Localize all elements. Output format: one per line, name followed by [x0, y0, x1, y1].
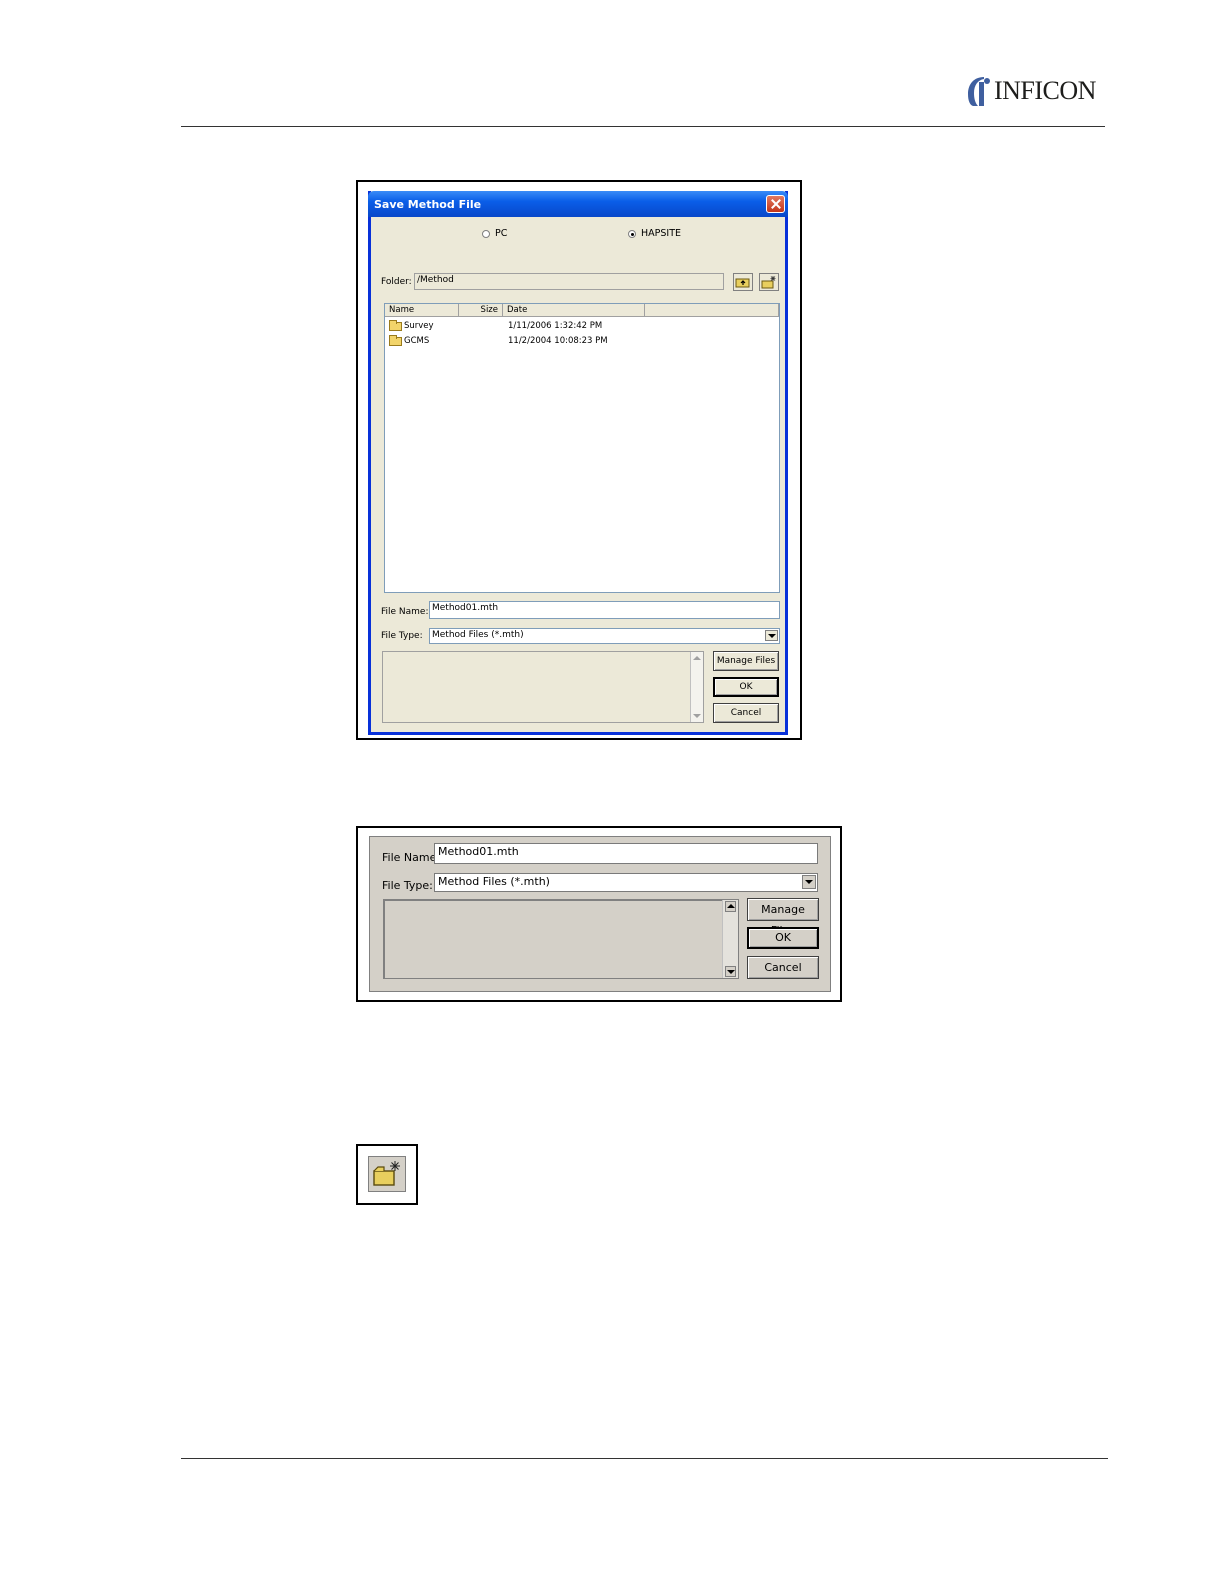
- list-item[interactable]: GCMS 11/2/2004 10:08:23 PM: [385, 334, 779, 348]
- folder-icon: [389, 335, 402, 346]
- folder-up-icon: [735, 278, 750, 288]
- file-type-select[interactable]: Method Files (*.mth): [429, 628, 780, 644]
- file-name: GCMS: [404, 336, 430, 346]
- cancel-button[interactable]: Cancel: [713, 703, 779, 723]
- zoom-cancel-button[interactable]: Cancel: [747, 956, 819, 979]
- file-type-label: File Type:: [381, 631, 423, 641]
- zoom-file-type-label: File Type:: [382, 879, 433, 892]
- scroll-up-icon[interactable]: [692, 653, 702, 663]
- zoom-message-box: [383, 899, 739, 979]
- radio-pc-label: PC: [495, 228, 508, 239]
- title-bar[interactable]: Save Method File: [368, 191, 788, 217]
- zoom-file-name-input[interactable]: Method01.mth: [434, 843, 818, 864]
- column-header-empty: [645, 304, 779, 317]
- zoom-manage-files-button[interactable]: Manage Files: [747, 898, 819, 937]
- chevron-down-icon[interactable]: [802, 875, 816, 889]
- folder-path-field[interactable]: /Method: [414, 273, 724, 290]
- header-divider: [181, 126, 1105, 127]
- footer-divider: [181, 1458, 1108, 1459]
- manage-files-button[interactable]: Manage Files: [713, 651, 779, 671]
- radio-hapsite[interactable]: HAPSITE: [628, 228, 681, 239]
- radio-hapsite-indicator[interactable]: [628, 229, 636, 238]
- file-name-label: File Name:: [381, 607, 429, 617]
- file-name: Survey: [404, 321, 434, 331]
- zoom-message-scrollbar[interactable]: [722, 900, 738, 978]
- file-name-input[interactable]: Method01.mth: [429, 601, 780, 619]
- inficon-logo: INFICON: [964, 74, 1110, 108]
- dialog-title: Save Method File: [374, 198, 482, 211]
- ok-button[interactable]: OK: [713, 677, 779, 697]
- message-box: [382, 651, 704, 723]
- zoom-file-name-label: File Name:: [382, 851, 441, 864]
- save-method-file-dialog: Save Method File PC HAPSITE Folder: /Met…: [368, 191, 788, 735]
- folder-up-button[interactable]: [733, 273, 753, 291]
- brand-name: INFICON: [994, 76, 1096, 105]
- folder-label: Folder:: [381, 277, 412, 287]
- new-folder-button[interactable]: [759, 273, 779, 291]
- column-header-name[interactable]: Name: [385, 304, 459, 317]
- scroll-down-icon[interactable]: [725, 966, 736, 977]
- column-header-date[interactable]: Date: [503, 304, 645, 317]
- scroll-up-icon[interactable]: [725, 901, 736, 912]
- list-item[interactable]: Survey 1/11/2006 1:32:42 PM: [385, 319, 779, 333]
- radio-pc[interactable]: PC: [482, 228, 507, 239]
- radio-pc-indicator[interactable]: [482, 229, 490, 238]
- zoomed-file-panel: File Name: Method01.mth File Type: Metho…: [369, 836, 831, 992]
- file-date: 11/2/2004 10:08:23 PM: [508, 336, 608, 346]
- file-type-value: Method Files (*.mth): [432, 630, 524, 640]
- new-folder-icon: [761, 276, 776, 289]
- radio-hapsite-label: HAPSITE: [641, 228, 682, 239]
- close-icon[interactable]: [766, 195, 785, 213]
- zoom-ok-button[interactable]: OK: [747, 927, 819, 949]
- inficon-logo-icon: [968, 77, 990, 106]
- scroll-down-icon[interactable]: [692, 711, 702, 721]
- folder-icon: [389, 320, 402, 331]
- zoom-file-type-value: Method Files (*.mth): [438, 875, 550, 888]
- new-folder-button-large[interactable]: [368, 1156, 406, 1192]
- file-list[interactable]: Name Size Date Survey 1/11/2006 1:32:42 …: [384, 303, 780, 593]
- file-date: 1/11/2006 1:32:42 PM: [508, 321, 603, 331]
- column-header-size[interactable]: Size: [459, 304, 503, 317]
- new-folder-icon: [373, 1161, 400, 1186]
- message-scrollbar[interactable]: [690, 652, 703, 722]
- chevron-down-icon[interactable]: [765, 630, 778, 641]
- zoom-file-type-select[interactable]: Method Files (*.mth): [434, 873, 818, 892]
